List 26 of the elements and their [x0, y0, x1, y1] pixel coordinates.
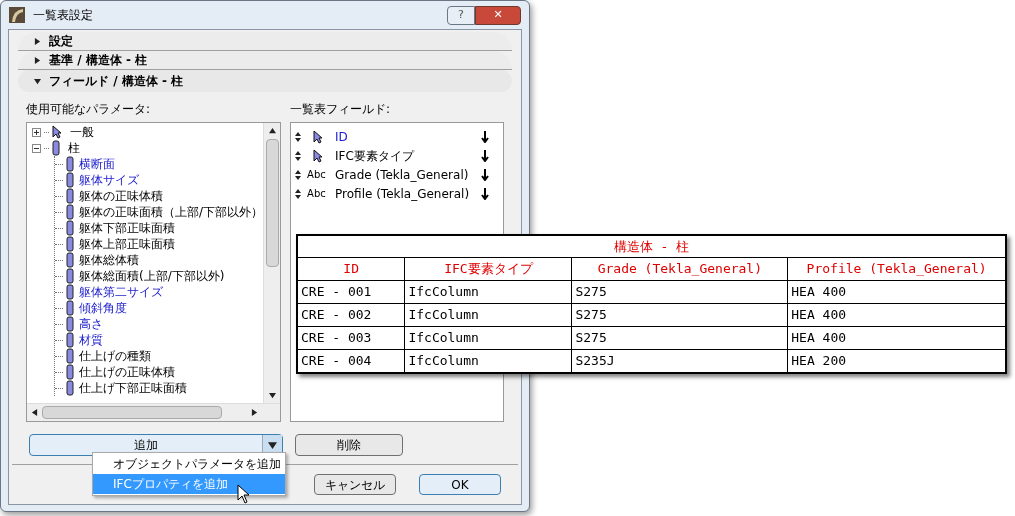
- table-cell-text: HEA 400: [790, 283, 848, 301]
- text-type-icon: Abc: [307, 186, 330, 201]
- table-cell: CRE - 004: [298, 350, 406, 372]
- table-cell-text: HEA 200: [790, 352, 848, 370]
- table-cell: S275: [572, 327, 789, 349]
- column-header: IFC要素タイプ: [405, 258, 573, 280]
- table-cell: CRE - 001: [298, 281, 406, 303]
- table-cell: CRE - 002: [298, 304, 406, 326]
- table-cell: IfcColumn: [405, 350, 573, 372]
- table-cell: IfcColumn: [405, 304, 573, 326]
- column-header: Grade (Tekla_General): [572, 258, 789, 280]
- list-label: 使用可能なパラメータ:: [26, 101, 152, 118]
- table-cell: CRE - 003: [298, 327, 406, 349]
- column-header: ID: [298, 258, 406, 280]
- table-cell: S275: [572, 281, 789, 303]
- table-cell-text: HEA 400: [790, 329, 848, 347]
- text-type-icon: Abc: [307, 167, 330, 182]
- table-cell: IfcColumn: [405, 327, 573, 349]
- table-title: 構造体 - 柱: [298, 236, 1005, 258]
- table-cell: S235J: [572, 350, 789, 372]
- table-cell-text: HEA 400: [790, 306, 848, 324]
- window-title: 一覧表設定: [33, 7, 94, 24]
- column-header: Profile (Tekla_General): [805, 260, 988, 278]
- table-cell: IfcColumn: [405, 281, 573, 303]
- table-cell: S275: [572, 304, 789, 326]
- list-label: 一覧表フィールド:: [290, 101, 392, 118]
